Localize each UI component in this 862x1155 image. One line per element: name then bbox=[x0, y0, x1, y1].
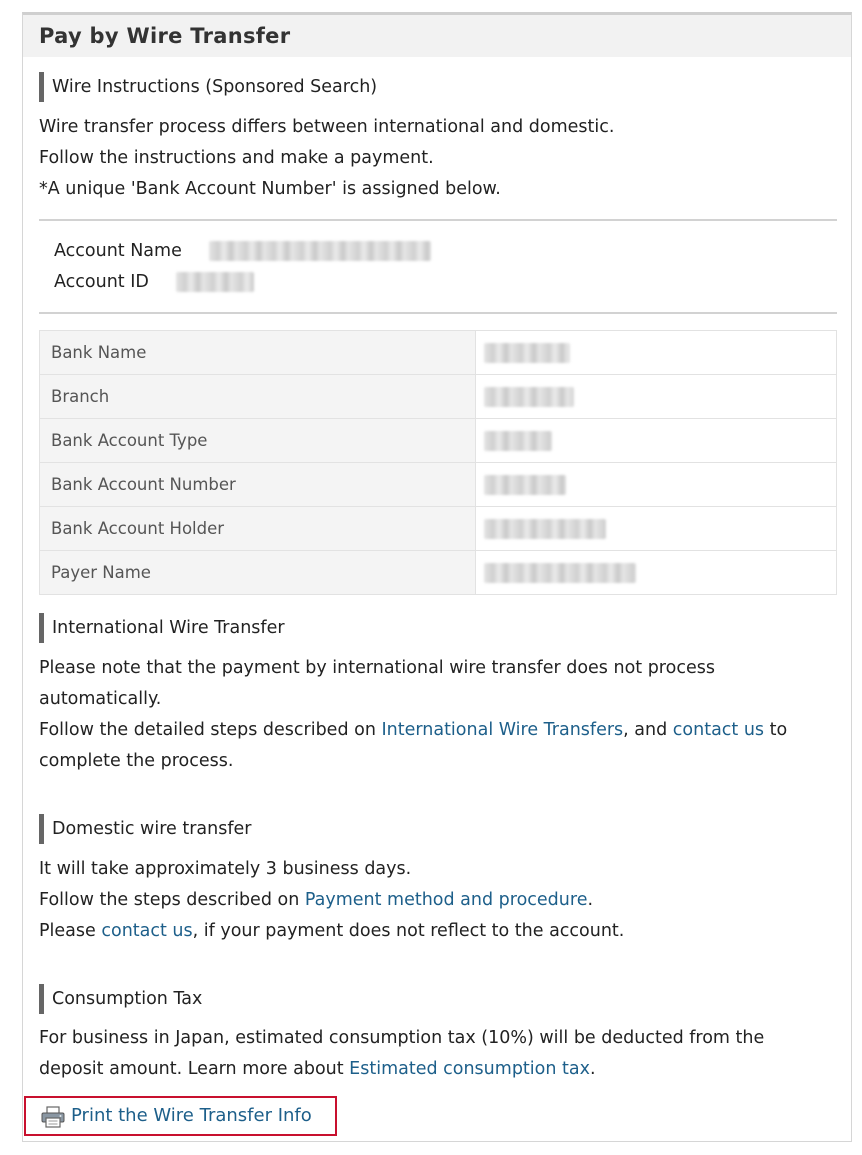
text: . bbox=[589, 1059, 596, 1079]
text: Follow the detailed steps described on bbox=[39, 720, 382, 740]
printer-icon bbox=[41, 1106, 65, 1128]
payer-name-label: Payer Name bbox=[39, 550, 476, 595]
print-wire-transfer-button[interactable]: Print the Wire Transfer Info bbox=[24, 1096, 337, 1136]
redacted-value bbox=[484, 343, 570, 363]
account-type-value bbox=[475, 418, 837, 463]
text: Follow the steps described on bbox=[39, 890, 305, 910]
account-id-label: Account ID bbox=[54, 272, 149, 292]
account-holder-value bbox=[475, 506, 837, 551]
page-title: Pay by Wire Transfer bbox=[39, 24, 291, 48]
international-line-1: Please note that the payment by internat… bbox=[39, 658, 715, 678]
international-line-4: complete the process. bbox=[39, 751, 234, 771]
branch-label: Branch bbox=[39, 374, 476, 419]
estimated-tax-link[interactable]: Estimated consumption tax bbox=[349, 1059, 590, 1079]
instructions-line-2: Follow the instructions and make a payme… bbox=[39, 148, 434, 168]
domestic-line-2: Follow the steps described on Payment me… bbox=[39, 885, 593, 916]
account-number-value bbox=[475, 462, 837, 507]
text: . bbox=[587, 890, 594, 910]
redacted-value bbox=[484, 563, 636, 583]
divider bbox=[39, 312, 837, 314]
payment-method-link[interactable]: Payment method and procedure bbox=[305, 890, 588, 910]
payer-name-value bbox=[475, 550, 837, 595]
redacted-value bbox=[484, 387, 574, 407]
international-heading: International Wire Transfer bbox=[39, 613, 285, 643]
text: deposit amount. Learn more about bbox=[39, 1059, 350, 1079]
tax-line-1: For business in Japan, estimated consump… bbox=[39, 1028, 765, 1048]
redacted-value bbox=[484, 475, 566, 495]
wire-instructions-heading: Wire Instructions (Sponsored Search) bbox=[39, 72, 377, 102]
bank-name-label: Bank Name bbox=[39, 330, 476, 375]
table-row: Payer Name bbox=[39, 550, 837, 595]
panel-header: Pay by Wire Transfer bbox=[23, 15, 851, 57]
tax-line-2: deposit amount. Learn more about Estimat… bbox=[39, 1054, 596, 1085]
contact-us-link[interactable]: contact us bbox=[101, 921, 192, 941]
table-row: Bank Account Number bbox=[39, 462, 837, 507]
redacted-value bbox=[484, 431, 552, 451]
branch-value bbox=[475, 374, 837, 419]
contact-us-link[interactable]: contact us bbox=[673, 720, 764, 740]
domestic-line-1: It will take approximately 3 business da… bbox=[39, 859, 412, 879]
instructions-line-3: *A unique 'Bank Account Number' is assig… bbox=[39, 179, 501, 199]
redacted-value bbox=[484, 519, 606, 539]
text: to bbox=[764, 720, 788, 740]
text: Please bbox=[39, 921, 102, 941]
international-line-3: Follow the detailed steps described on I… bbox=[39, 715, 787, 746]
table-row: Bank Name bbox=[39, 330, 837, 375]
domestic-line-3: Please contact us, if your payment does … bbox=[39, 916, 624, 947]
account-name-label: Account Name bbox=[54, 241, 182, 261]
international-line-2: automatically. bbox=[39, 689, 162, 709]
table-row: Branch bbox=[39, 374, 837, 419]
divider bbox=[39, 219, 837, 221]
domestic-heading: Domestic wire transfer bbox=[39, 814, 251, 844]
bank-info-table: Bank Name Branch Bank Account Type Bank … bbox=[39, 330, 837, 595]
account-number-label: Bank Account Number bbox=[39, 462, 476, 507]
account-name-value-redacted bbox=[209, 241, 431, 261]
text: , and bbox=[623, 720, 673, 740]
instructions-line-1: Wire transfer process differs between in… bbox=[39, 117, 615, 137]
account-type-label: Bank Account Type bbox=[39, 418, 476, 463]
international-wire-transfers-link[interactable]: International Wire Transfers bbox=[381, 720, 623, 740]
consumption-tax-heading: Consumption Tax bbox=[39, 984, 202, 1014]
print-label: Print the Wire Transfer Info bbox=[71, 1105, 312, 1126]
table-row: Bank Account Holder bbox=[39, 506, 837, 551]
table-row: Bank Account Type bbox=[39, 418, 837, 463]
account-id-value-redacted bbox=[176, 272, 254, 292]
account-holder-label: Bank Account Holder bbox=[39, 506, 476, 551]
text: , if your payment does not reflect to th… bbox=[192, 921, 625, 941]
bank-name-value bbox=[475, 330, 837, 375]
